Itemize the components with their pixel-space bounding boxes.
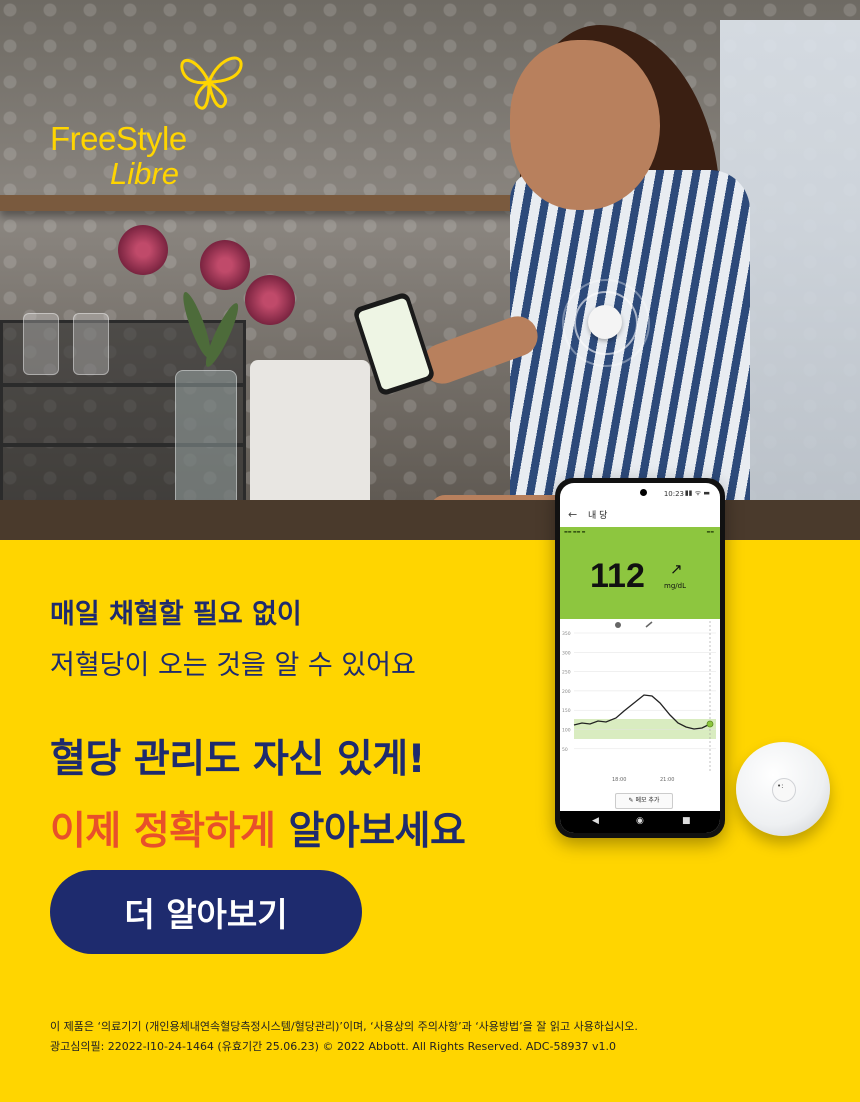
status-time: 10:23 (663, 490, 684, 498)
headline-secondary: 저혈당이 오는 것을 알 수 있어요 (50, 650, 416, 681)
sensor-device: •: (736, 742, 830, 836)
jar (23, 313, 59, 375)
add-memo-button[interactable]: ✎ 메모 추가 (615, 793, 673, 809)
phone-screen: 10:23 ▮▮ ᯤ ▬ ← 내 당 ▬▬ ▬▬ ▬ ▬▬ 112 ↗ mg/d… (560, 483, 720, 833)
x-tick-label: 21:00 (660, 777, 674, 783)
panel-caption: ▬▬ ▬▬ ▬ (564, 529, 586, 534)
disclaimer-text: 이 제품은 ‘의료기기 (개인용체내연속혈당측정시스템/혈당관리)’이며, ‘사… (50, 1020, 638, 1033)
logo-text-freestyle: FreeStyle (50, 120, 187, 157)
y-tick-label: 50 (562, 747, 568, 753)
tagline-accuracy-highlight: 이제 정확하게 (50, 809, 276, 854)
tagline-accuracy-rest: 알아보세요 (288, 809, 466, 854)
y-tick-label: 200 (562, 689, 571, 695)
freestyle-libre-logo: FreeStyle Libre (50, 52, 243, 202)
y-tick-label: 300 (562, 650, 571, 656)
x-tick-label: 18:00 (612, 777, 626, 783)
trend-arrow-icon: ↗ (670, 560, 683, 578)
glucose-trend-chart: 350 300 250 200 150 100 50 18:00 21:00 (562, 621, 716, 783)
current-reading-dot (706, 720, 714, 728)
ad-page: FreeStyle Libre 매일 채혈할 필요 없이 저혈당이 오는 것을 … (0, 0, 860, 1102)
y-tick-label: 350 (562, 631, 571, 637)
camera-icon (640, 489, 647, 496)
woman-face (510, 40, 660, 210)
sensor-center (772, 778, 796, 802)
y-tick-label: 250 (562, 670, 571, 676)
back-arrow-icon[interactable]: ← (568, 508, 577, 521)
nav-home-icon[interactable]: ◉ (636, 816, 644, 826)
jar (73, 313, 109, 375)
learn-more-button[interactable]: 더 알아보기 (50, 870, 362, 954)
arm-sensor (588, 305, 622, 339)
android-nav-bar: ◀ ◉ ■ (560, 811, 720, 833)
nav-recent-icon[interactable]: ■ (682, 816, 691, 826)
sensor-indicator-icon: •: (777, 782, 784, 790)
glucose-unit: mg/dL (664, 582, 686, 590)
protea-flower (245, 275, 295, 325)
status-icons: ▮▮ ᯤ ▬ (684, 489, 710, 497)
protea-flower (118, 225, 168, 275)
app-bar: ← 내 당 (560, 503, 720, 527)
glucose-value: 112 (590, 557, 645, 595)
add-memo-label: 메모 추가 (635, 797, 660, 804)
panel-caption-right: ▬▬ (706, 529, 714, 534)
nav-back-icon[interactable]: ◀ (592, 816, 599, 826)
app-bar-title: 내 당 (588, 511, 608, 521)
y-tick-label: 100 (562, 728, 571, 734)
tagline-accuracy: 이제 정확하게 알아보세요 (50, 800, 466, 856)
insulin-marker-icon (645, 621, 653, 628)
glucose-reading-panel: ▬▬ ▬▬ ▬ ▬▬ 112 ↗ mg/dL (560, 527, 720, 619)
food-marker-icon (615, 622, 621, 628)
tagline-confidence: 혈당 관리도 자신 있게! (50, 737, 425, 782)
headline-primary: 매일 채혈할 필요 없이 (50, 599, 302, 630)
butterfly-icon (180, 56, 243, 110)
phone-mockup: 10:23 ▮▮ ᯤ ▬ ← 내 당 ▬▬ ▬▬ ▬ ▬▬ 112 ↗ mg/d… (555, 478, 725, 838)
protea-flower (200, 240, 250, 290)
legal-text: 광고심의필: 22022-I10-24-1464 (유효기간 25.06.23)… (50, 1040, 616, 1053)
cafe-counter (0, 500, 860, 540)
cash-register (250, 360, 370, 510)
flower-vase (175, 370, 237, 512)
y-tick-label: 150 (562, 708, 571, 714)
logo-text-libre: Libre (110, 156, 179, 191)
